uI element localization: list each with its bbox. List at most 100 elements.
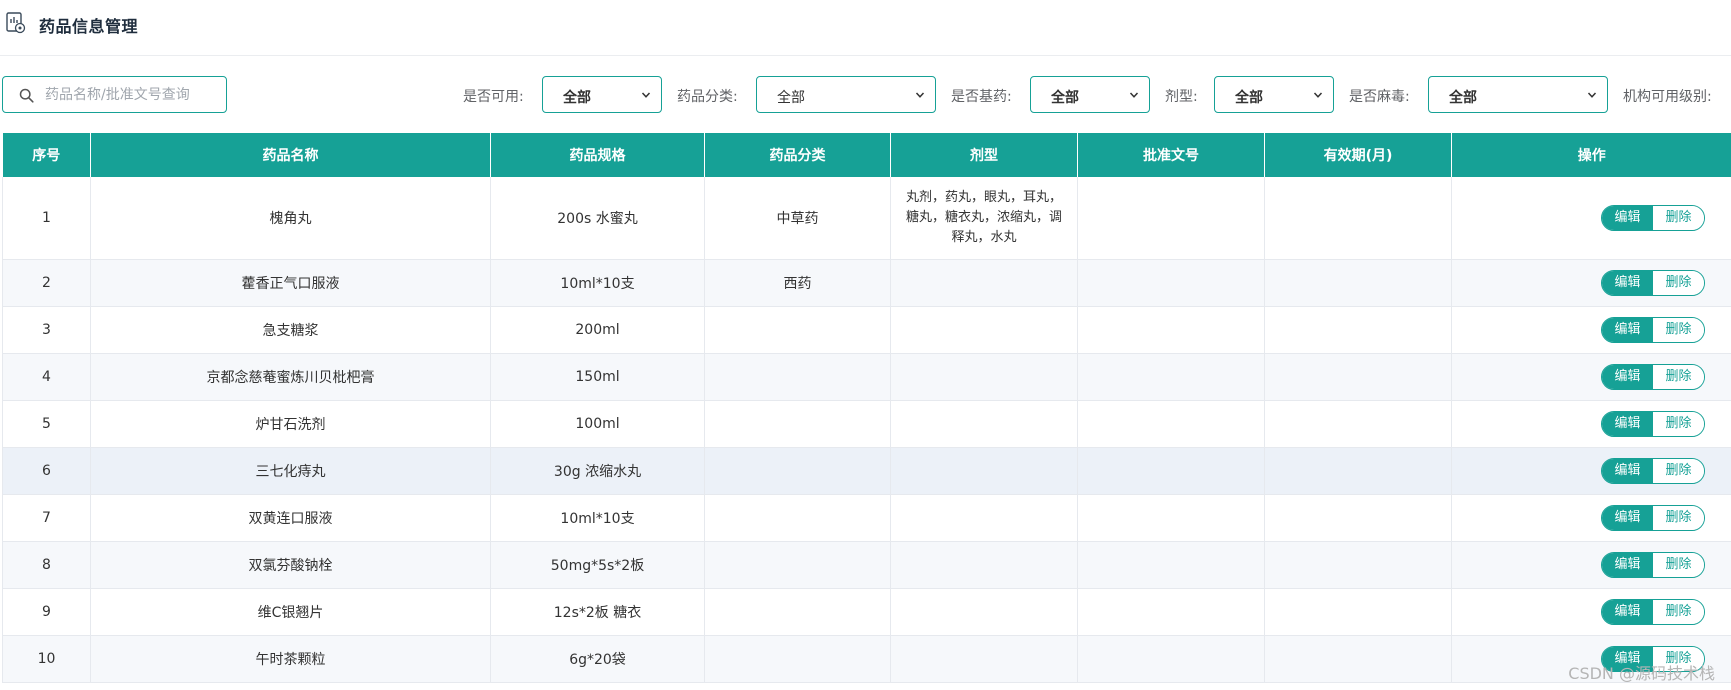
cell-category: 中草药 (704, 177, 891, 260)
cell-validity (1264, 541, 1452, 589)
column-header-category[interactable]: 药品分类 (704, 133, 891, 177)
filter-category-select[interactable]: 全部 (756, 76, 936, 113)
page-header: 药品信息管理 (0, 0, 1731, 56)
cell-spec: 150ml (490, 353, 705, 401)
cell-validity (1264, 494, 1452, 542)
cell-approval (1077, 494, 1265, 542)
column-header-validity[interactable]: 有效期(月) (1264, 133, 1452, 177)
cell-name: 三七化痔丸 (90, 447, 491, 495)
cell-name: 炉甘石洗剂 (90, 400, 491, 448)
delete-button[interactable]: 删除 (1653, 552, 1704, 577)
cell-actions: 编辑 删除 (1451, 541, 1731, 589)
cell-approval (1077, 353, 1265, 401)
cell-actions: 编辑 删除 (1451, 494, 1731, 542)
cell-actions: 编辑 删除 (1451, 447, 1731, 495)
table-row[interactable]: 9 维C银翘片 12s*2板 糖衣 编辑 删除 (2, 588, 1731, 636)
delete-button[interactable]: 删除 (1653, 270, 1704, 295)
cell-dosage (890, 588, 1078, 636)
delete-button[interactable]: 删除 (1653, 505, 1704, 530)
cell-dosage (890, 494, 1078, 542)
delete-button[interactable]: 删除 (1653, 205, 1704, 230)
cell-approval (1077, 635, 1265, 683)
edit-button[interactable]: 编辑 (1602, 270, 1653, 295)
cell-category (704, 635, 891, 683)
chevron-down-icon (1129, 92, 1139, 98)
table-row[interactable]: 2 藿香正气口服液 10ml*10支 西药 编辑 删除 (2, 259, 1731, 307)
filter-essential-select[interactable]: 全部 (1030, 76, 1150, 113)
edit-button[interactable]: 编辑 (1602, 552, 1653, 577)
cell-dosage (890, 259, 1078, 307)
edit-button[interactable]: 编辑 (1602, 458, 1653, 483)
cell-dosage (890, 541, 1078, 589)
table-row[interactable]: 7 双黄连口服液 10ml*10支 编辑 删除 (2, 494, 1731, 542)
table-row[interactable]: 10 午时茶颗粒 6g*20袋 编辑 删除 (2, 635, 1731, 683)
table-row[interactable]: 5 炉甘石洗剂 100ml 编辑 删除 (2, 400, 1731, 448)
cell-name: 维C银翘片 (90, 588, 491, 636)
cell-approval (1077, 447, 1265, 495)
cell-index: 9 (2, 588, 91, 636)
table-row[interactable]: 6 三七化痔丸 30g 浓缩水丸 编辑 删除 (2, 447, 1731, 495)
cell-actions: 编辑 删除 (1451, 400, 1731, 448)
cell-name: 京都念慈菴蜜炼川贝枇杷膏 (90, 353, 491, 401)
cell-index: 3 (2, 306, 91, 354)
edit-button[interactable]: 编辑 (1602, 411, 1653, 436)
cell-spec: 12s*2板 糖衣 (490, 588, 705, 636)
table-row[interactable]: 1 槐角丸 200s 水蜜丸 中草药 丸剂，药丸，眼丸，耳丸，糖丸，糖衣丸，浓缩… (2, 177, 1731, 260)
cell-dosage (890, 400, 1078, 448)
cell-approval (1077, 177, 1265, 260)
delete-button[interactable]: 删除 (1653, 317, 1704, 342)
action-button-group: 编辑 删除 (1601, 551, 1705, 578)
cell-index: 10 (2, 635, 91, 683)
filter-narcotic-select[interactable]: 全部 (1428, 76, 1608, 113)
cell-validity (1264, 259, 1452, 307)
search-box[interactable] (2, 76, 227, 113)
cell-approval (1077, 400, 1265, 448)
cell-actions: 编辑 删除 (1451, 306, 1731, 354)
column-header-approval[interactable]: 批准文号 (1077, 133, 1265, 177)
action-button-group: 编辑 删除 (1601, 204, 1705, 231)
edit-button[interactable]: 编辑 (1602, 505, 1653, 530)
cell-dosage (890, 353, 1078, 401)
table-row[interactable]: 3 急支糖浆 200ml 编辑 删除 (2, 306, 1731, 354)
cell-dosage (890, 635, 1078, 683)
filter-level-label: 机构可用级别: (1623, 89, 1712, 105)
table-row[interactable]: 4 京都念慈菴蜜炼川贝枇杷膏 150ml 编辑 删除 (2, 353, 1731, 401)
cell-category (704, 447, 891, 495)
cell-category: 西药 (704, 259, 891, 307)
delete-button[interactable]: 删除 (1653, 458, 1704, 483)
filter-available-select[interactable]: 全部 (542, 76, 662, 113)
filter-narcotic-value: 全部 (1449, 90, 1477, 106)
delete-button[interactable]: 删除 (1653, 599, 1704, 624)
filter-dosage-select[interactable]: 全部 (1214, 76, 1334, 113)
edit-button[interactable]: 编辑 (1602, 599, 1653, 624)
chevron-down-icon (915, 92, 925, 98)
edit-button[interactable]: 编辑 (1602, 317, 1653, 342)
edit-button[interactable]: 编辑 (1602, 364, 1653, 389)
column-header-spec[interactable]: 药品规格 (490, 133, 705, 177)
action-button-group: 编辑 删除 (1601, 316, 1705, 343)
edit-button[interactable]: 编辑 (1602, 205, 1653, 230)
filter-available-value: 全部 (563, 90, 591, 106)
column-header-index[interactable]: 序号 (2, 133, 91, 177)
cell-approval (1077, 588, 1265, 636)
cell-validity (1264, 353, 1452, 401)
column-header-name[interactable]: 药品名称 (90, 133, 491, 177)
dosage-text: 丸剂，药丸，眼丸，耳丸，糖丸，糖衣丸，浓缩丸，调释丸，水丸 (905, 189, 1062, 245)
cell-actions: 编辑 删除 (1451, 353, 1731, 401)
search-icon (19, 88, 34, 103)
cell-actions: 编辑 删除 (1451, 588, 1731, 636)
filter-essential-label: 是否基药: (951, 89, 1012, 105)
delete-button[interactable]: 删除 (1653, 411, 1704, 436)
table-row[interactable]: 8 双氯芬酸钠栓 50mg*5s*2板 编辑 删除 (2, 541, 1731, 589)
action-button-group: 编辑 删除 (1601, 598, 1705, 625)
cell-name: 双黄连口服液 (90, 494, 491, 542)
cell-spec: 10ml*10支 (490, 259, 705, 307)
column-header-dosage[interactable]: 剂型 (890, 133, 1078, 177)
column-header-actions: 操作 (1451, 133, 1731, 177)
cell-approval (1077, 259, 1265, 307)
cell-spec: 30g 浓缩水丸 (490, 447, 705, 495)
cell-dosage (890, 306, 1078, 354)
search-input[interactable] (45, 83, 220, 107)
cell-index: 2 (2, 259, 91, 307)
delete-button[interactable]: 删除 (1653, 364, 1704, 389)
